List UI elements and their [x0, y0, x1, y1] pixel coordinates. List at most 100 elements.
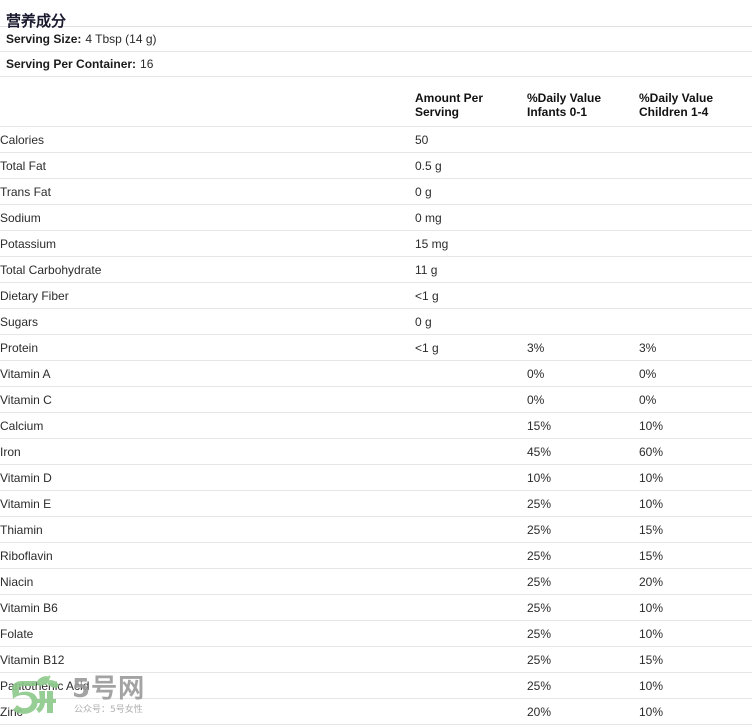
- amount-value-cell: [415, 386, 527, 413]
- nutrient-name-cell: Folate: [0, 620, 415, 647]
- header-spacer: [0, 77, 752, 85]
- children-dv-cell: [639, 230, 752, 257]
- serving-size-row: Serving Size: 4 Tbsp (14 g): [0, 27, 752, 52]
- column-header-infants-line1: %Daily Value: [527, 91, 602, 105]
- table-row: Total Carbohydrate 11 g: [0, 256, 752, 283]
- infants-dv-cell: 25%: [527, 490, 639, 517]
- nutrient-name-cell: Riboflavin: [0, 542, 415, 569]
- nutrient-name-cell: Sodium: [0, 204, 415, 231]
- nutrient-name-cell: Vitamin A: [0, 360, 415, 387]
- children-dv-cell: 10%: [639, 464, 752, 491]
- nutrient-name-cell: Vitamin E: [0, 490, 415, 517]
- table-row: Calories 50: [0, 126, 752, 153]
- column-header-nutrient: [0, 85, 415, 127]
- infants-dv-cell: [527, 282, 639, 309]
- amount-value-cell: 0 mg: [415, 204, 527, 231]
- children-dv-cell: [639, 152, 752, 179]
- panel-title-bar: 营养成分: [0, 0, 752, 30]
- children-dv-cell: [639, 308, 752, 335]
- infants-dv-cell: 20%: [527, 698, 639, 725]
- children-dv-cell: 20%: [639, 568, 752, 595]
- infants-dv-cell: [527, 152, 639, 179]
- nutrient-name-cell: Vitamin D: [0, 464, 415, 491]
- table-row: Pantothenic Acid 25% 10%: [0, 672, 752, 699]
- amount-value-cell: 15 mg: [415, 230, 527, 257]
- page-title: 营养成分: [6, 13, 67, 30]
- children-dv-cell: 10%: [639, 698, 752, 725]
- nutrient-name-cell: Total Fat: [0, 152, 415, 179]
- amount-value-cell: [415, 360, 527, 387]
- table-row: Vitamin D 10% 10%: [0, 464, 752, 491]
- nutrient-name-cell: Iron: [0, 438, 415, 465]
- table-row: Folate 25% 10%: [0, 620, 752, 647]
- amount-value-cell: [415, 594, 527, 621]
- nutrient-name-cell: Dietary Fiber: [0, 282, 415, 309]
- amount-value-cell: [415, 516, 527, 543]
- table-row: Potassium 15 mg: [0, 230, 752, 257]
- amount-value-cell: 0.5 g: [415, 152, 527, 179]
- table-row: Vitamin B12 25% 15%: [0, 646, 752, 673]
- amount-value-cell: [415, 542, 527, 569]
- amount-value-cell: [415, 672, 527, 699]
- nutrient-name-cell: Total Carbohydrate: [0, 256, 415, 283]
- amount-value-cell: [415, 698, 527, 725]
- children-dv-cell: 60%: [639, 438, 752, 465]
- amount-value-cell: [415, 438, 527, 465]
- children-dv-cell: 10%: [639, 620, 752, 647]
- table-row: Vitamin B6 25% 10%: [0, 594, 752, 621]
- nutrient-name-cell: Niacin: [0, 568, 415, 595]
- amount-value-cell: [415, 490, 527, 517]
- column-header-amount-per-serving: Amount Per Serving: [415, 85, 527, 127]
- serving-per-container-value: 16: [140, 57, 154, 71]
- table-row: Dietary Fiber <1 g: [0, 282, 752, 309]
- infants-dv-cell: 25%: [527, 516, 639, 543]
- children-dv-cell: [639, 126, 752, 153]
- table-body: Calories 50 Total Fat 0.5 g Trans Fat 0 g Sodi…: [0, 126, 752, 725]
- infants-dv-cell: 25%: [527, 542, 639, 569]
- column-header-amount-line1: Amount Per: [415, 91, 484, 105]
- children-dv-cell: 15%: [639, 542, 752, 569]
- table-row: Trans Fat 0 g: [0, 178, 752, 205]
- children-dv-cell: [639, 204, 752, 231]
- table-row: Vitamin C 0% 0%: [0, 386, 752, 413]
- amount-value-cell: [415, 620, 527, 647]
- children-dv-cell: 10%: [639, 672, 752, 699]
- children-dv-cell: 15%: [639, 646, 752, 673]
- infants-dv-cell: 25%: [527, 620, 639, 647]
- nutrient-name-cell: Protein: [0, 334, 415, 361]
- amount-value-cell: <1 g: [415, 282, 527, 309]
- table-row: Iron 45% 60%: [0, 438, 752, 465]
- children-dv-cell: 10%: [639, 412, 752, 439]
- infants-dv-cell: [527, 230, 639, 257]
- amount-value-cell: [415, 412, 527, 439]
- amount-value-cell: [415, 646, 527, 673]
- children-dv-cell: 0%: [639, 360, 752, 387]
- amount-value-cell: [415, 568, 527, 595]
- children-dv-cell: 10%: [639, 594, 752, 621]
- nutrient-name-cell: Zinc: [0, 698, 415, 725]
- nutrient-name-cell: Trans Fat: [0, 178, 415, 205]
- amount-value-cell: [415, 464, 527, 491]
- column-header-amount-line2: Serving: [415, 105, 460, 119]
- table-header: Amount Per Serving %Daily Value Infants …: [0, 85, 752, 127]
- nutrient-name-cell: Vitamin B6: [0, 594, 415, 621]
- children-dv-cell: 3%: [639, 334, 752, 361]
- children-dv-cell: [639, 178, 752, 205]
- amount-value-cell: 11 g: [415, 256, 527, 283]
- infants-dv-cell: 25%: [527, 594, 639, 621]
- nutrient-name-cell: Thiamin: [0, 516, 415, 543]
- column-header-children-line1: %Daily Value: [639, 91, 714, 105]
- nutrient-name-cell: Vitamin B12: [0, 646, 415, 673]
- column-header-daily-value-infants: %Daily Value Infants 0-1: [527, 85, 639, 127]
- infants-dv-cell: 25%: [527, 672, 639, 699]
- nutrition-table: Amount Per Serving %Daily Value Infants …: [0, 85, 752, 725]
- table-row: Protein <1 g 3% 3%: [0, 334, 752, 361]
- children-dv-cell: [639, 256, 752, 283]
- column-header-children-line2: Children 1-4: [639, 105, 709, 119]
- infants-dv-cell: 0%: [527, 360, 639, 387]
- children-dv-cell: 15%: [639, 516, 752, 543]
- infants-dv-cell: [527, 126, 639, 153]
- table-row: Total Fat 0.5 g: [0, 152, 752, 179]
- infants-dv-cell: 3%: [527, 334, 639, 361]
- amount-value-cell: <1 g: [415, 334, 527, 361]
